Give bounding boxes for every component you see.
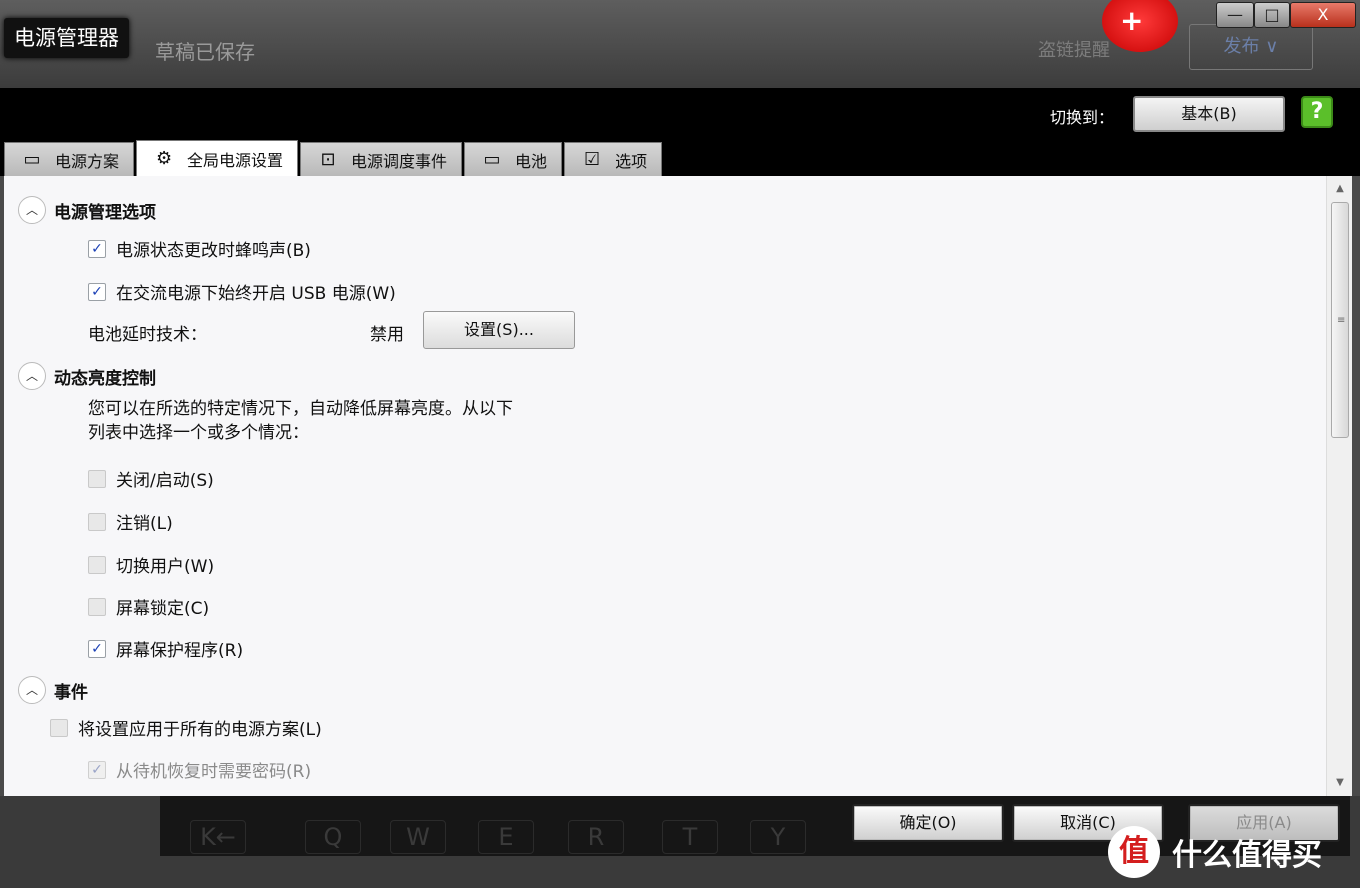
switch-to-label: 切换到： (1050, 108, 1115, 127)
option-label: 关闭/启动(S) (116, 471, 214, 491)
collapse-icon[interactable]: ︿ (18, 196, 46, 224)
tab-options[interactable]: ☑ 选项 (564, 142, 663, 176)
vertical-scrollbar[interactable]: ▲ ≡ ▼ (1326, 176, 1352, 796)
key: K← (190, 820, 246, 854)
tab-power-plan[interactable]: ▭ 电源方案 (4, 142, 135, 176)
section-power-management: ︿ 电源管理选项 (18, 196, 156, 224)
require-password-checkbox[interactable]: ✓ (88, 760, 106, 779)
logoff-checkbox[interactable] (88, 512, 106, 531)
usb-power-option[interactable]: ✓ 在交流电源下始终开启 USB 电源(W) (88, 279, 396, 304)
watermark-logo-icon: 值 (1108, 826, 1160, 878)
background-draft-status: 草稿已保存 (155, 40, 255, 64)
scroll-thumb[interactable]: ≡ (1331, 202, 1349, 438)
basic-mode-button[interactable]: 基本(B) (1133, 96, 1285, 132)
tab-label: 电池 (515, 151, 548, 171)
key: W (390, 820, 446, 854)
switch-user-checkbox[interactable] (88, 555, 106, 574)
screensaver-checkbox[interactable]: ✓ (88, 639, 106, 658)
monitor-icon: ▭ (23, 149, 41, 170)
background-publish-button: 发布 ∨ (1189, 24, 1313, 70)
close-button[interactable]: X (1290, 2, 1356, 28)
beep-checkbox[interactable]: ✓ (88, 239, 106, 258)
brightness-option-logoff[interactable]: 注销(L) (88, 509, 173, 534)
tab-global-power-settings[interactable]: ⚙ 全局电源设置 (136, 140, 299, 176)
brightness-description-line1: 您可以在所选的特定情况下，自动降低屏幕亮度。从以下 (88, 399, 513, 419)
screen-lock-checkbox[interactable] (88, 597, 106, 616)
tab-label: 电源方案 (55, 151, 120, 171)
brightness-description-line2: 列表中选择一个或多个情况： (88, 423, 309, 443)
watermark: 值 什么值得买 (1108, 826, 1322, 878)
collapse-icon[interactable]: ︿ (18, 676, 46, 704)
collapse-icon[interactable]: ︿ (18, 362, 46, 390)
shutdown-checkbox[interactable] (88, 469, 106, 488)
usb-power-label: 在交流电源下始终开启 USB 电源(W) (116, 284, 396, 304)
background-mode-label: 盗链提醒 (1038, 40, 1110, 61)
brightness-option-switch-user[interactable]: 切换用户(W) (88, 552, 214, 577)
key: Q (305, 820, 361, 854)
key: T (662, 820, 718, 854)
battery-tech-label: 电池延时技术： (88, 325, 207, 345)
settings-panel: ︿ 电源管理选项 ✓ 电源状态更改时蜂鸣声(B) ✓ 在交流电源下始终开启 US… (4, 176, 1352, 796)
option-label: 注销(L) (116, 514, 173, 534)
app-title: 电源管理器 (4, 18, 129, 58)
section-title: 事件 (54, 682, 88, 703)
brightness-option-screensaver[interactable]: ✓ 屏幕保护程序(R) (88, 636, 243, 661)
header-bar: 切换到： 基本(B) ? ▭ 电源方案 ⚙ 全局电源设置 ⊡ 电源调度事件 ▭ … (0, 88, 1360, 176)
option-label: 屏幕保护程序(R) (116, 641, 244, 661)
option-label: 切换用户(W) (116, 557, 215, 577)
battery-plus-icon: + (1102, 0, 1178, 52)
key: E (478, 820, 534, 854)
key: Y (750, 820, 806, 854)
scroll-up-arrow-icon[interactable]: ▲ (1327, 178, 1352, 200)
beep-option[interactable]: ✓ 电源状态更改时蜂鸣声(B) (88, 236, 311, 261)
tab-label: 电源调度事件 (351, 151, 448, 171)
checklist-icon: ☑ (583, 149, 601, 170)
apply-all-plans-option[interactable]: 将设置应用于所有的电源方案(L) (50, 715, 322, 740)
settings-button[interactable]: 设置(S)... (423, 311, 575, 349)
brightness-option-screen-lock[interactable]: 屏幕锁定(C) (88, 594, 209, 619)
gear-icon: ⚙ (155, 148, 173, 169)
section-title: 电源管理选项 (54, 202, 156, 223)
maximize-button[interactable]: □ (1254, 2, 1290, 28)
option-label: 屏幕锁定(C) (116, 599, 210, 619)
key: R (568, 820, 624, 854)
brightness-option-shutdown[interactable]: 关闭/启动(S) (88, 466, 214, 491)
tab-power-schedule[interactable]: ⊡ 电源调度事件 (300, 142, 463, 176)
clock-monitor-icon: ⊡ (320, 149, 336, 170)
tab-label: 选项 (615, 151, 648, 171)
watermark-text: 什么值得买 (1172, 838, 1322, 873)
help-icon[interactable]: ? (1301, 96, 1333, 128)
section-dynamic-brightness: ︿ 动态亮度控制 (18, 362, 156, 390)
tab-label: 全局电源设置 (187, 150, 284, 170)
usb-power-checkbox[interactable]: ✓ (88, 282, 106, 301)
scroll-down-arrow-icon[interactable]: ▼ (1327, 772, 1352, 794)
tab-battery[interactable]: ▭ 电池 (464, 142, 563, 176)
section-title: 动态亮度控制 (54, 368, 156, 389)
section-events: ︿ 事件 (18, 676, 88, 704)
battery-icon: ▭ (483, 149, 501, 170)
tab-bar: ▭ 电源方案 ⚙ 全局电源设置 ⊡ 电源调度事件 ▭ 电池 ☑ 选项 (4, 140, 664, 176)
minimize-button[interactable]: — (1216, 2, 1254, 28)
beep-label: 电源状态更改时蜂鸣声(B) (116, 241, 311, 261)
battery-tech-value: 禁用 (370, 325, 404, 345)
grip-icon: ≡ (1337, 315, 1346, 326)
option-label: 将设置应用于所有的电源方案(L) (78, 720, 322, 740)
apply-all-plans-checkbox[interactable] (50, 718, 68, 737)
option-label: 从待机恢复时需要密码(R) (116, 762, 312, 782)
require-password-option[interactable]: ✓ 从待机恢复时需要密码(R) (88, 757, 311, 782)
ok-button[interactable]: 确定(O) (852, 804, 1004, 842)
title-bar: 草稿已保存 盗链提醒 发布 ∨ 电源管理器 + — □ X (0, 0, 1360, 88)
